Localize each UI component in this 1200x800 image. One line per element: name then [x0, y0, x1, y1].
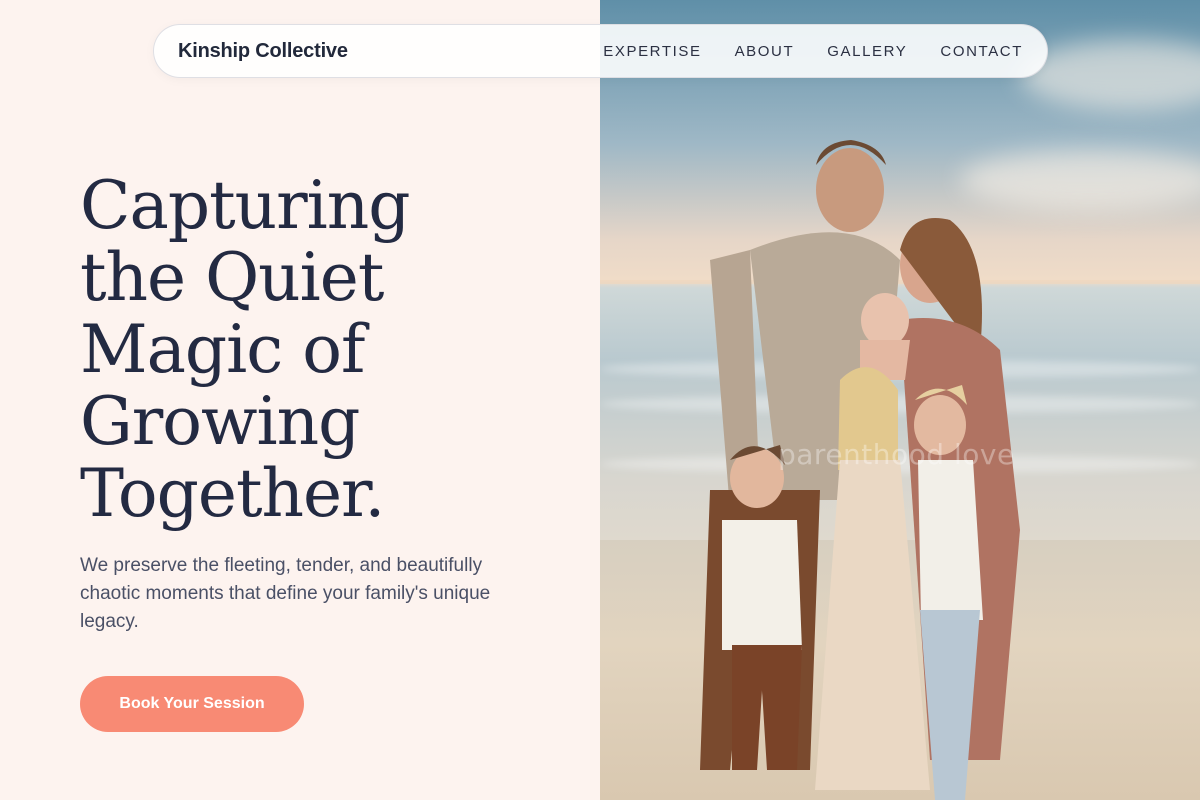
- headline-line: Magic of: [80, 311, 365, 388]
- nav-links: EXPERTISE ABOUT GALLERY CONTACT: [603, 43, 1023, 60]
- book-session-button[interactable]: Book Your Session: [80, 676, 304, 732]
- headline-line: Growing: [80, 383, 360, 460]
- boy-shirt: [918, 460, 983, 620]
- hero-family-photo: parenthood love: [600, 0, 1200, 800]
- top-navbar: Kinship Collective EXPERTISE ABOUT GALLE…: [153, 24, 1048, 78]
- headline-line: the Quiet: [80, 239, 384, 316]
- brand-logo[interactable]: Kinship Collective: [178, 40, 348, 63]
- family-silhouettes: [700, 140, 1020, 800]
- headline-line: Capturing: [80, 167, 411, 244]
- hero-headline: Capturing the Quiet Magic of Growing Tog…: [80, 170, 540, 530]
- girl-dress: [815, 460, 930, 790]
- headline-line: Together.: [80, 455, 385, 532]
- nav-link-contact[interactable]: CONTACT: [940, 43, 1023, 60]
- child-pants: [732, 645, 802, 770]
- photo-watermark: parenthood love: [778, 438, 1015, 471]
- child-shirt: [722, 520, 802, 650]
- hero-subtext: We preserve the fleeting, tender, and be…: [80, 555, 491, 632]
- baby-head: [861, 293, 909, 347]
- nav-link-about[interactable]: ABOUT: [735, 43, 795, 60]
- boy-jeans: [920, 610, 980, 800]
- nav-link-expertise[interactable]: EXPERTISE: [603, 43, 701, 60]
- father-head: [816, 148, 884, 232]
- nav-link-gallery[interactable]: GALLERY: [827, 43, 907, 60]
